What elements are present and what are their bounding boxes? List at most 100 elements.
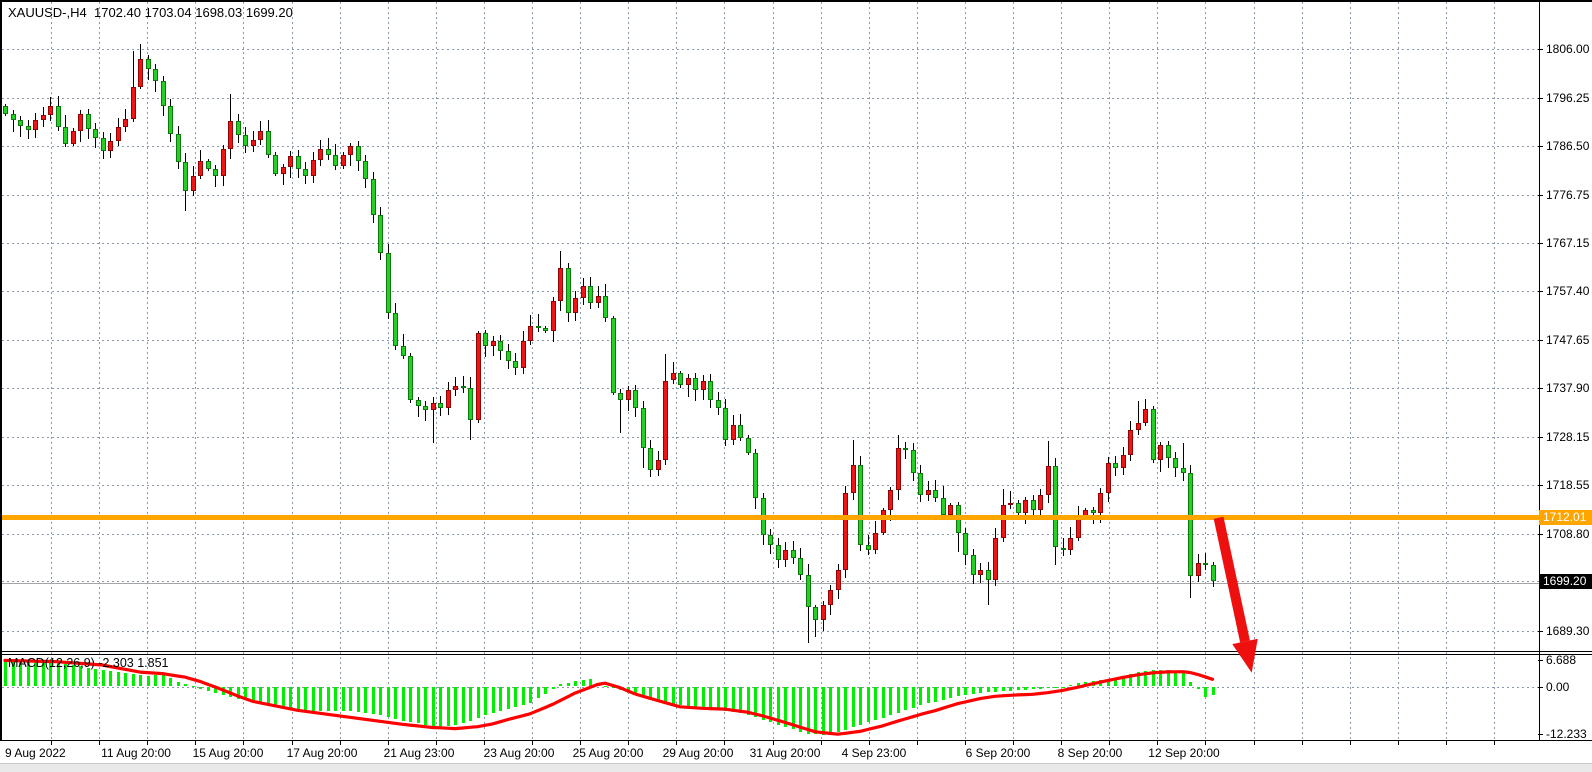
indicator-label: MACD(12,26,9) -2.303 1.851 [8, 656, 169, 670]
candle-body [1023, 500, 1028, 512]
macd-histogram-bar [177, 682, 180, 687]
macd-histogram-bar [897, 687, 900, 713]
candle-body [611, 318, 616, 393]
candle-body [153, 69, 158, 82]
time-axis-tick [532, 741, 533, 745]
candle-body [716, 400, 721, 407]
macd-histogram-bar [1002, 687, 1005, 692]
candle-body [686, 378, 691, 385]
candle-body [431, 403, 436, 410]
macd-histogram-bar [732, 687, 735, 712]
price-axis-label: 1786.50 [1546, 139, 1589, 153]
candle-body [866, 545, 871, 550]
macd-histogram-bar [717, 687, 720, 711]
macd-histogram-bar [334, 687, 337, 712]
time-axis-label: 6 Sep 20:00 [966, 746, 1031, 760]
candle-body [1031, 500, 1036, 510]
vertical-gridline [436, 2, 437, 740]
macd-histogram-bar [289, 687, 292, 710]
vertical-gridline [1109, 2, 1110, 740]
candle-body [1136, 423, 1141, 430]
vertical-gridline [340, 2, 341, 740]
macd-histogram-bar [559, 684, 562, 686]
candle-body [873, 533, 878, 550]
candle-body [243, 135, 248, 146]
time-axis-tick [580, 741, 581, 745]
macd-histogram-bar [402, 687, 405, 721]
panel-separator-line [0, 651, 1592, 652]
macd-histogram-bar [964, 687, 967, 695]
left-border [0, 0, 2, 741]
macd-histogram-bar [237, 687, 240, 699]
time-axis-border [0, 740, 1592, 741]
vertical-gridline [1157, 2, 1158, 740]
macd-histogram-bar [207, 687, 210, 691]
time-axis-tick [1254, 741, 1255, 745]
candle-body [161, 81, 166, 106]
top-border [0, 0, 1592, 2]
horizontal-gridline [2, 49, 1539, 50]
time-axis-tick [1109, 741, 1110, 745]
price-axis-tick [1538, 388, 1543, 389]
candle-body [821, 605, 826, 620]
candle-body [828, 590, 833, 605]
time-axis-tick [340, 741, 341, 745]
candle-body [573, 298, 578, 313]
macd-histogram-bar [259, 687, 262, 704]
macd-histogram-bar [154, 675, 157, 687]
macd-histogram-bar [679, 687, 682, 706]
macd-histogram-bar [409, 687, 412, 723]
macd-histogram-bar [904, 687, 907, 711]
candle-body [1091, 510, 1096, 512]
macd-histogram-bar [87, 668, 90, 687]
macd-histogram-bar [889, 687, 892, 716]
macd-histogram-bar [102, 670, 105, 687]
candle-wick [1183, 443, 1184, 481]
candle-body [581, 286, 586, 298]
candle-body [731, 425, 736, 440]
candle-body [273, 155, 278, 174]
horizontal-gridline [2, 243, 1539, 244]
price-badge: 1712.01 [1539, 510, 1592, 525]
candle-body [468, 388, 473, 420]
time-axis-tick [1302, 741, 1303, 745]
candle-body [1076, 518, 1081, 538]
candle-body [26, 126, 31, 129]
vertical-gridline [1446, 2, 1447, 740]
candle-body [1203, 563, 1208, 565]
candle-body [131, 87, 136, 119]
macd-histogram-bar [747, 687, 750, 715]
candle-body [551, 301, 556, 331]
time-axis-tick [1061, 741, 1062, 745]
macd-histogram-bar [957, 687, 960, 697]
macd-histogram-bar [874, 687, 877, 721]
macd-histogram-bar [357, 687, 360, 712]
candle-body [71, 131, 76, 144]
horizontal-level-line[interactable] [2, 515, 1539, 520]
candle-body [918, 473, 923, 495]
macd-histogram-bar [477, 687, 480, 718]
vertical-gridline [1013, 2, 1014, 740]
macd-histogram-bar [469, 687, 472, 721]
candle-body [603, 296, 608, 318]
macd-histogram-bar [537, 687, 540, 699]
candle-body [536, 326, 541, 328]
candle-body [48, 106, 53, 115]
macd-histogram-bar [267, 687, 270, 705]
macd-histogram-bar [372, 687, 375, 714]
candle-body [836, 570, 841, 590]
candle-wick [493, 336, 494, 356]
macd-histogram-bar [634, 687, 637, 696]
macd-histogram-bar [649, 687, 652, 699]
candle-body [881, 510, 886, 532]
vertical-gridline [1302, 2, 1303, 740]
macd-histogram-bar [814, 687, 817, 735]
arrow-shaft[interactable] [1219, 518, 1245, 642]
candle-body [1061, 548, 1066, 550]
macd-histogram-bar [327, 687, 330, 712]
time-axis-tick [195, 741, 196, 745]
price-axis-label: 1737.90 [1546, 381, 1589, 395]
candle-wick [1010, 491, 1011, 508]
macd-histogram-bar [574, 681, 577, 686]
candle-body [423, 406, 428, 410]
